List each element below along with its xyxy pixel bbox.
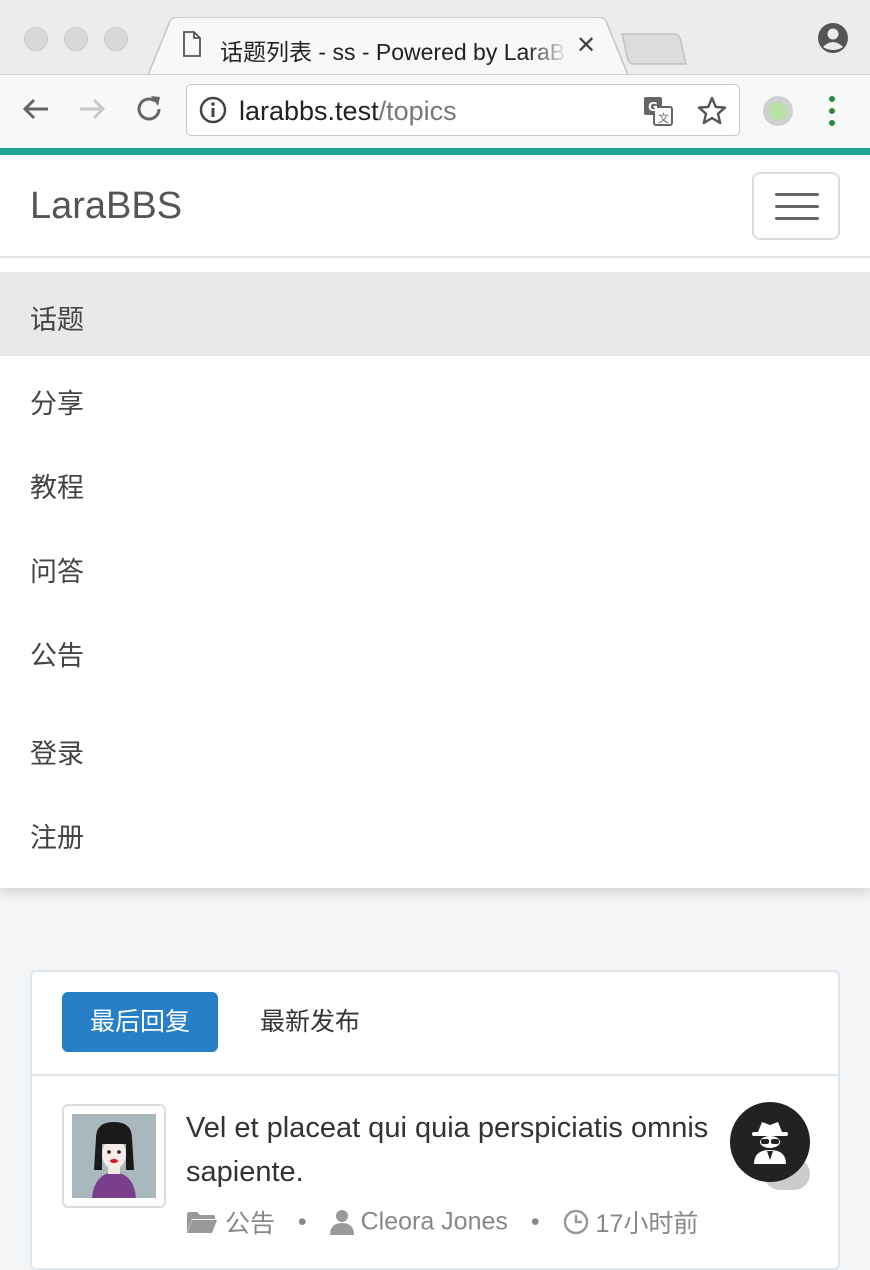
menu-dots-icon[interactable] bbox=[826, 95, 838, 127]
topics-tabs: 最后回复 最新发布 bbox=[32, 972, 838, 1076]
reload-icon[interactable] bbox=[133, 93, 165, 125]
menu-item-tutorial[interactable]: 教程 bbox=[0, 440, 870, 524]
profile-icon[interactable] bbox=[817, 22, 849, 54]
spy-button[interactable] bbox=[730, 1102, 810, 1182]
topic-category[interactable]: 公告 bbox=[225, 1210, 275, 1238]
menu-item-login[interactable]: 登录 bbox=[0, 706, 870, 790]
topics-card: 最后回复 最新发布 Vel et placeat qui quia perspi… bbox=[30, 970, 840, 1270]
folder-icon bbox=[187, 1212, 217, 1233]
topic-author[interactable]: Cleora Jones bbox=[361, 1208, 508, 1236]
site-navbar: LaraBBS bbox=[0, 155, 870, 258]
url-text[interactable]: larabbs.test/topics bbox=[239, 96, 457, 127]
menu-item-label: 分享 bbox=[30, 389, 84, 419]
spy-icon bbox=[752, 1122, 788, 1164]
accent-bar bbox=[0, 148, 870, 155]
svg-text:G: G bbox=[648, 100, 658, 114]
clock-icon bbox=[563, 1209, 588, 1235]
document-icon bbox=[183, 31, 201, 57]
menu-item-qa[interactable]: 问答 bbox=[0, 524, 870, 608]
translate-icon[interactable]: G 文 bbox=[643, 96, 673, 126]
topic-title[interactable]: Vel et placeat qui quia perspiciatis omn… bbox=[186, 1106, 746, 1194]
user-icon bbox=[329, 1210, 354, 1235]
topic-meta: 公告 • Cleora Jones • 17小时前 bbox=[186, 1204, 698, 1240]
new-tab-button[interactable] bbox=[620, 32, 688, 66]
topic-time: 17小时前 bbox=[595, 1210, 699, 1238]
address-bar[interactable]: larabbs.test/topics G 文 bbox=[186, 84, 740, 136]
menu-item-register[interactable]: 注册 bbox=[0, 790, 870, 874]
menu-item-label: 教程 bbox=[30, 473, 84, 503]
brand-logo[interactable]: LaraBBS bbox=[30, 185, 182, 228]
svg-text:文: 文 bbox=[658, 111, 669, 125]
menu-item-label: 话题 bbox=[30, 305, 84, 335]
menu-item-announcement[interactable]: 公告 bbox=[0, 608, 870, 692]
nav-menu: 话题 分享 教程 问答 公告 登录 注册 bbox=[0, 258, 870, 888]
avatar[interactable] bbox=[62, 1104, 166, 1208]
hamburger-icon[interactable] bbox=[752, 172, 840, 240]
menu-item-label: 问答 bbox=[30, 557, 84, 587]
window-close-dot[interactable] bbox=[24, 27, 48, 51]
window-minimize-dot[interactable] bbox=[64, 27, 88, 51]
menu-item-label: 公告 bbox=[30, 641, 84, 671]
menu-item-share[interactable]: 分享 bbox=[0, 356, 870, 440]
browser-toolbar: larabbs.test/topics G 文 bbox=[0, 74, 870, 149]
menu-item-label: 登录 bbox=[30, 739, 84, 769]
browser-tabstrip: 话题列表 - ss - Powered by LaraBBS ✕ bbox=[0, 0, 870, 75]
browser-tab[interactable]: 话题列表 - ss - Powered by LaraBBS ✕ bbox=[148, 17, 628, 75]
menu-item-label: 注册 bbox=[30, 823, 84, 853]
forward-arrow-icon[interactable] bbox=[76, 93, 108, 125]
window-zoom-dot[interactable] bbox=[104, 27, 128, 51]
tab-title: 话题列表 - ss - Powered by LaraBBS bbox=[220, 33, 568, 67]
extension-icon[interactable] bbox=[762, 95, 794, 127]
star-icon[interactable] bbox=[697, 96, 727, 126]
back-arrow-icon[interactable] bbox=[20, 93, 52, 125]
info-icon[interactable] bbox=[199, 96, 227, 124]
tab-last-reply[interactable]: 最后回复 bbox=[62, 992, 218, 1052]
menu-item-topics[interactable]: 话题 bbox=[0, 272, 870, 356]
tab-newest[interactable]: 最新发布 bbox=[250, 992, 370, 1052]
close-icon[interactable]: ✕ bbox=[576, 31, 596, 60]
